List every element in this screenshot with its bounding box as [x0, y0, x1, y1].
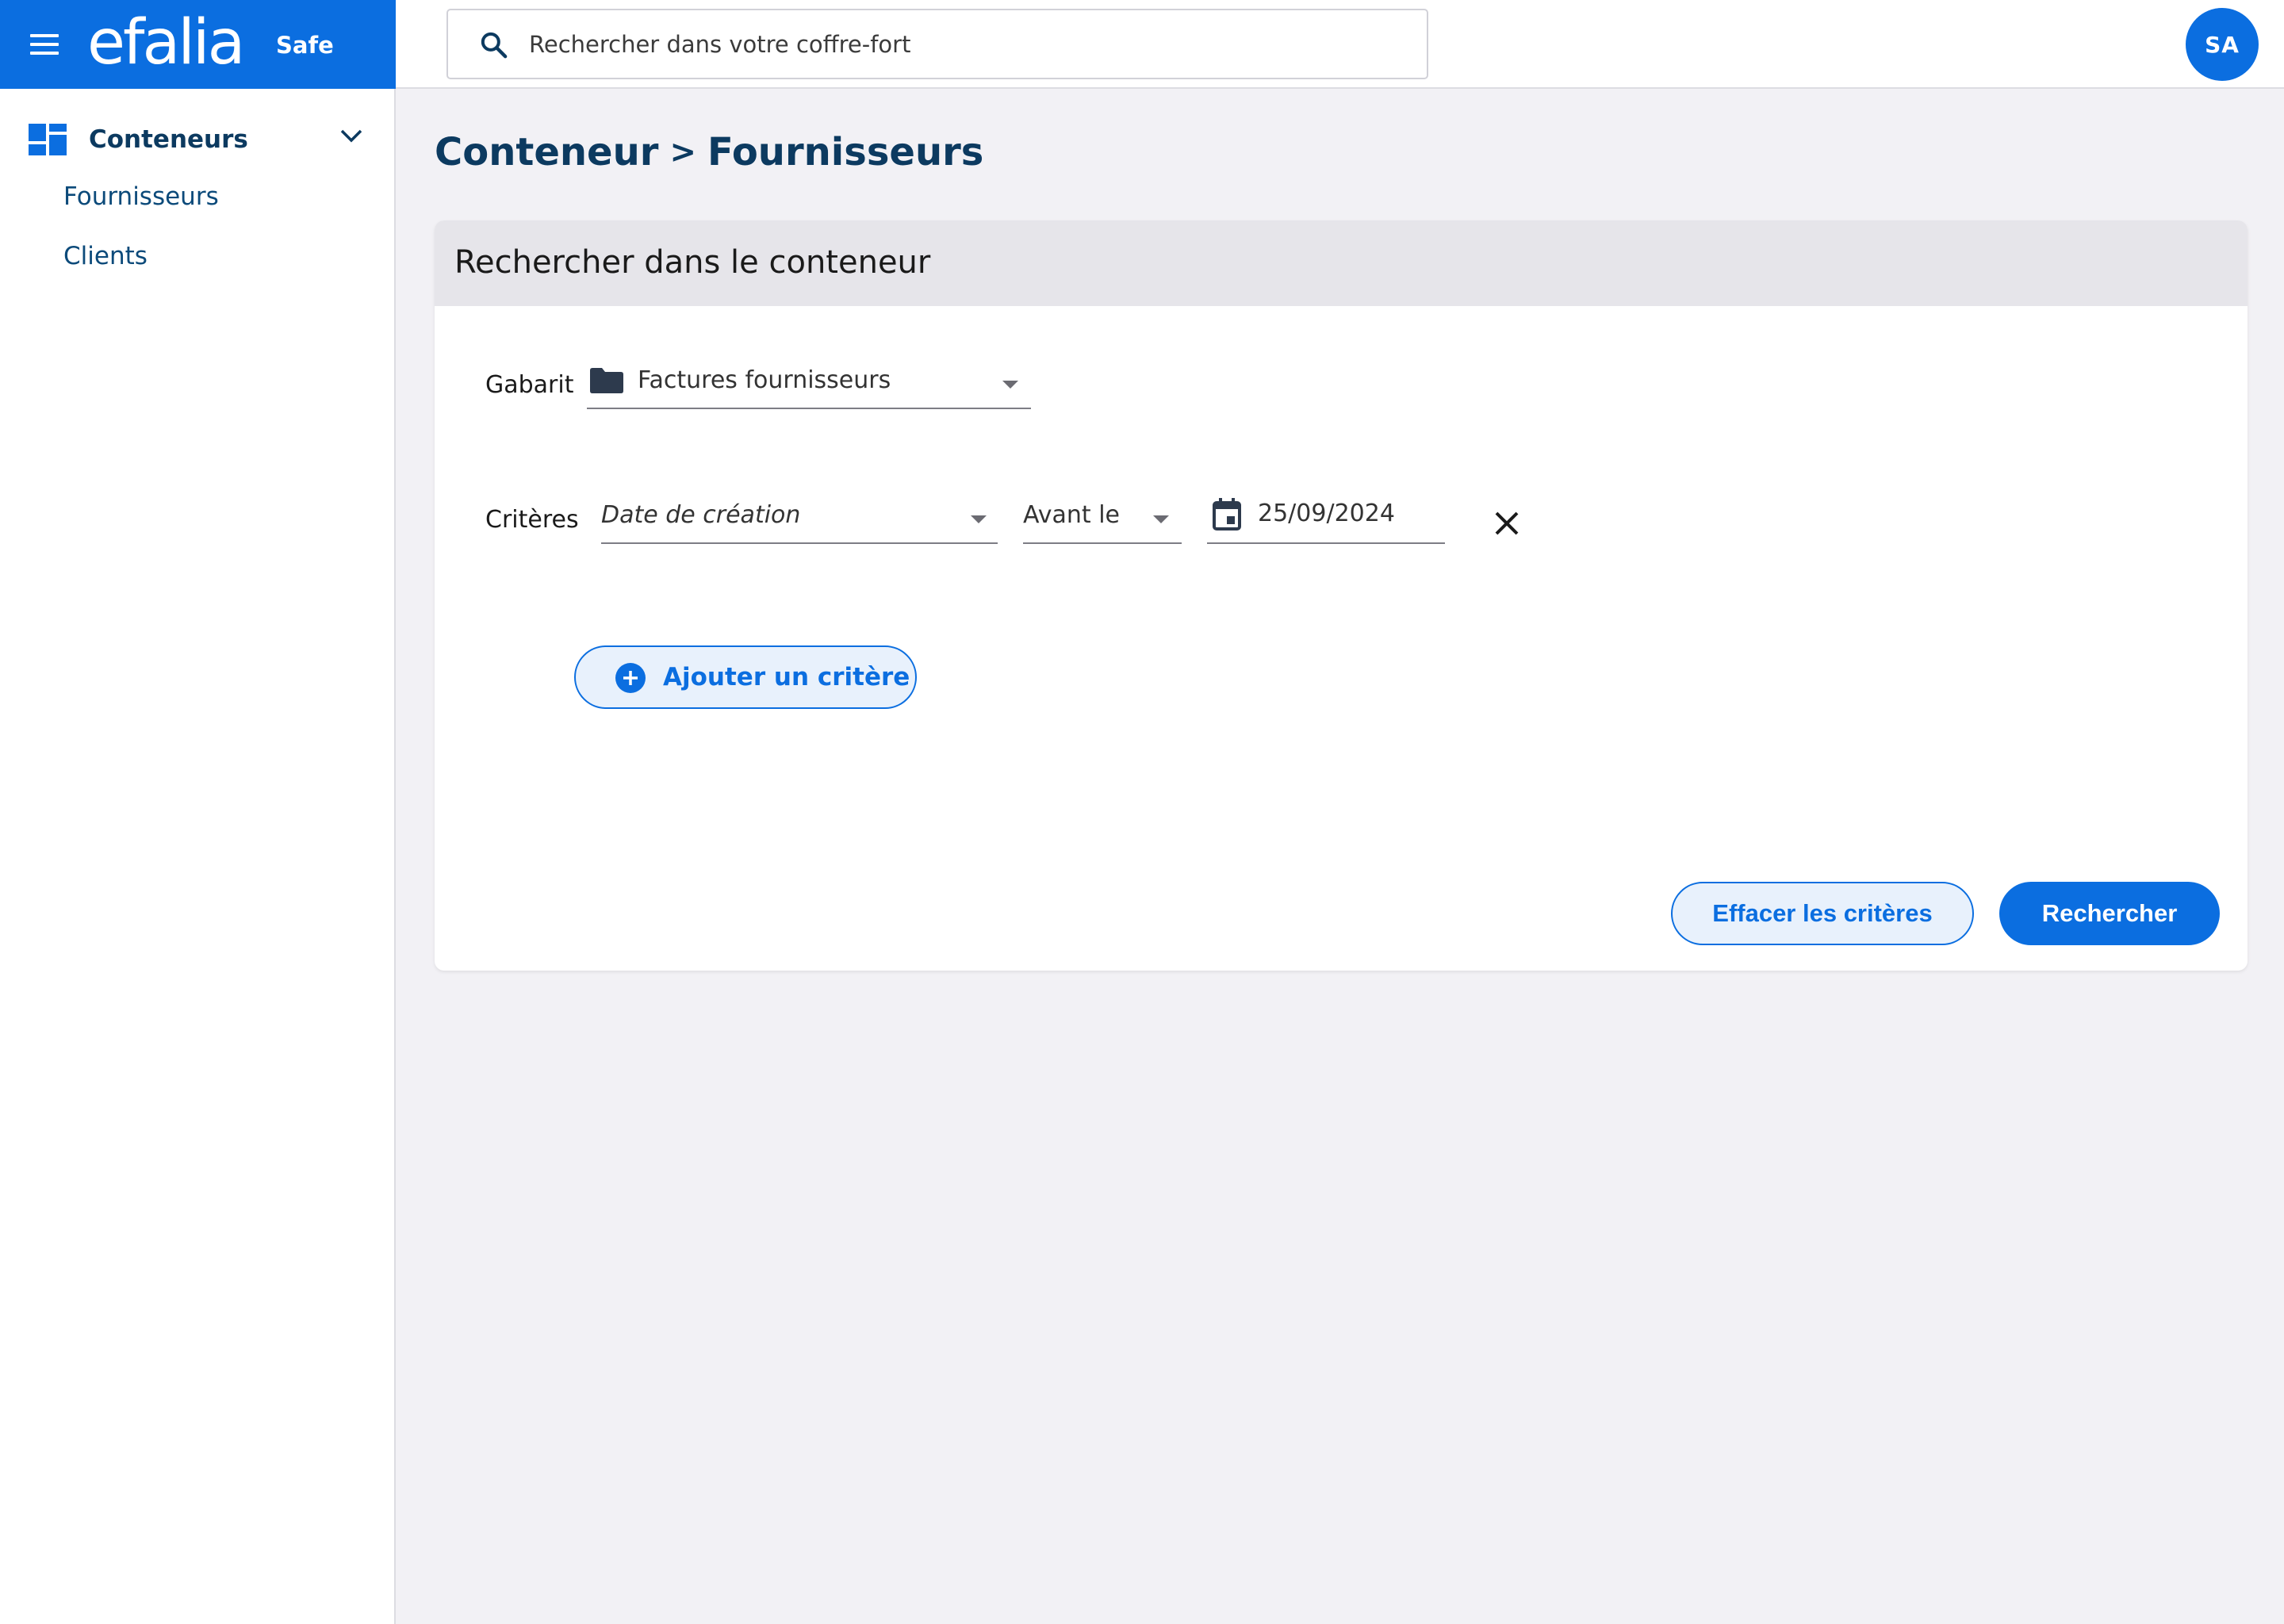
- remove-criterion-icon[interactable]: [1493, 509, 1521, 538]
- search-input[interactable]: [529, 10, 1401, 78]
- panel-header: Rechercher dans le conteneur: [435, 220, 2248, 306]
- caret-down-icon: [1153, 515, 1169, 523]
- criteria-label: Critères: [485, 506, 579, 534]
- brand-bar: efalia Safe: [0, 0, 396, 89]
- search-button[interactable]: Rechercher: [1999, 882, 2220, 945]
- top-bar: SA: [396, 0, 2284, 89]
- sidebar: Conteneurs Fournisseurs Clients: [0, 89, 396, 1624]
- criterion-field-select[interactable]: Date de création: [601, 490, 998, 544]
- criterion-date-value: 25/09/2024: [1258, 500, 1395, 527]
- search-icon[interactable]: [478, 29, 510, 61]
- panel-title: Rechercher dans le conteneur: [454, 244, 931, 281]
- criterion-operator-value: Avant le: [1023, 501, 1121, 529]
- sidebar-item-clients[interactable]: Clients: [63, 242, 148, 270]
- template-value: Factures fournisseurs: [638, 366, 891, 394]
- template-select[interactable]: Factures fournisseurs: [587, 357, 1031, 409]
- logo: efalia: [87, 7, 245, 79]
- sidebar-group-label: Conteneurs: [89, 125, 248, 154]
- breadcrumb-separator: >: [669, 134, 696, 170]
- add-criterion-label: Ajouter un critère: [663, 663, 910, 691]
- criterion-operator-select[interactable]: Avant le: [1023, 490, 1182, 544]
- product-name: Safe: [276, 32, 334, 59]
- plus-circle-icon: [615, 663, 646, 693]
- clear-criteria-button[interactable]: Effacer les critères: [1671, 882, 1974, 945]
- sidebar-item-fournisseurs[interactable]: Fournisseurs: [63, 182, 219, 211]
- add-criterion-button[interactable]: Ajouter un critère: [574, 645, 917, 709]
- search-panel: Rechercher dans le conteneur Gabarit Fac…: [435, 220, 2248, 971]
- sidebar-group-conteneurs[interactable]: Conteneurs: [0, 89, 394, 168]
- avatar[interactable]: SA: [2186, 8, 2259, 81]
- menu-icon[interactable]: [30, 34, 59, 55]
- template-label: Gabarit: [485, 371, 574, 399]
- criterion-date-field[interactable]: 25/09/2024: [1207, 490, 1445, 544]
- dashboard-icon: [29, 124, 67, 155]
- calendar-icon[interactable]: [1212, 498, 1242, 531]
- breadcrumb-root[interactable]: Conteneur: [435, 130, 658, 174]
- caret-down-icon: [1002, 381, 1018, 389]
- folder-icon: [590, 368, 623, 393]
- criterion-field-value: Date de création: [601, 501, 801, 529]
- chevron-down-icon[interactable]: [339, 128, 363, 144]
- breadcrumb: Conteneur > Fournisseurs: [435, 130, 983, 174]
- caret-down-icon: [971, 515, 987, 523]
- breadcrumb-current: Fournisseurs: [707, 130, 984, 174]
- search-box[interactable]: [446, 9, 1428, 79]
